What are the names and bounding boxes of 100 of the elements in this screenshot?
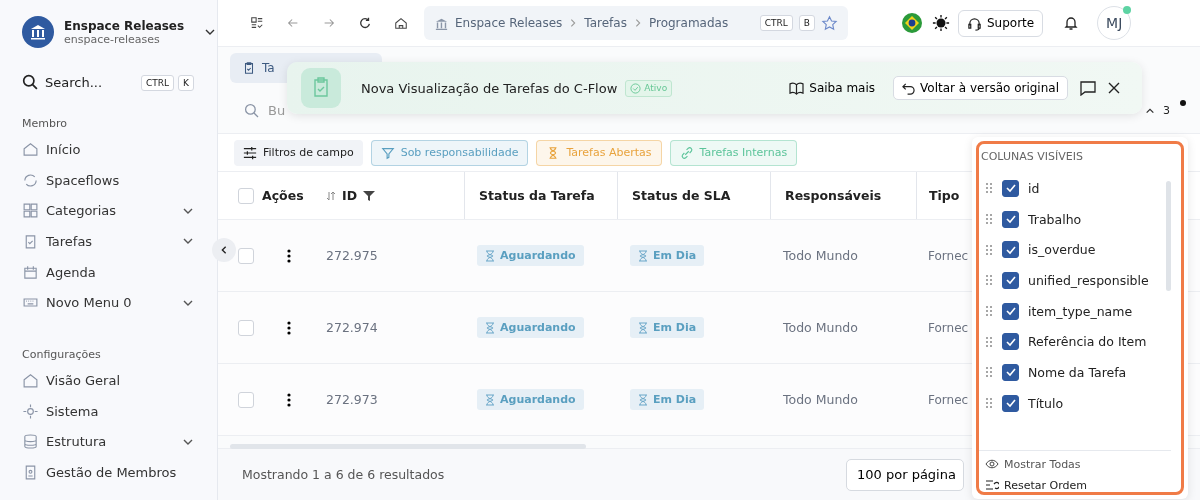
more-icon[interactable] [287, 393, 291, 407]
menu-title: COLUNAS VISÍVEIS [980, 150, 1084, 163]
more-icon[interactable] [287, 321, 291, 335]
house-icon [22, 371, 39, 389]
drag-handle-icon[interactable] [985, 182, 993, 195]
support-button[interactable]: Suporte [958, 9, 1044, 37]
calendar-icon [22, 263, 39, 281]
grid-icon [22, 202, 39, 220]
drag-handle-icon[interactable] [985, 305, 993, 318]
column-header[interactable]: ID [342, 188, 358, 204]
close-icon[interactable] [1108, 82, 1120, 94]
show-all-button[interactable]: Mostrar Todas [985, 457, 1171, 471]
column-option[interactable]: id [1028, 180, 1040, 196]
undo-icon [902, 81, 916, 95]
revert-button[interactable]: Voltar à versão original [893, 76, 1068, 100]
column-header[interactable]: Responsáveis [770, 172, 916, 220]
check-circle-icon [630, 82, 642, 94]
table-cell-text: Fornec [927, 321, 969, 335]
column-option[interactable]: unified_responsible [1028, 272, 1149, 288]
more-icon[interactable] [287, 249, 291, 263]
per-page-select[interactable]: 100 por página [846, 458, 964, 491]
check-icon [1004, 213, 1017, 226]
breadcrumb-link[interactable]: Programadas [648, 16, 729, 30]
sidebar-item[interactable]: Categorias [46, 203, 175, 219]
hourglass-icon [638, 322, 648, 334]
column-header[interactable]: Ações [262, 188, 316, 204]
bell-icon[interactable] [1063, 15, 1080, 31]
table-cell-text: Todo Mundo [782, 320, 859, 336]
drag-handle-icon[interactable] [985, 335, 993, 348]
column-header[interactable]: Status de SLA [617, 172, 770, 220]
refresh-icon[interactable] [358, 16, 372, 30]
sun-icon[interactable] [932, 14, 950, 32]
checkbox[interactable] [1002, 241, 1019, 259]
book-icon [789, 81, 805, 95]
status-badge: Ativo [625, 79, 673, 97]
checkbox[interactable] [1002, 302, 1019, 320]
hourglass-icon [485, 394, 495, 406]
scrollbar[interactable] [230, 444, 586, 450]
search-icon[interactable] [22, 74, 39, 91]
sidebar-item[interactable]: Spaceflows [46, 172, 194, 188]
column-option[interactable]: item_type_name [1028, 303, 1133, 319]
column-option[interactable]: Trabalho [1028, 211, 1082, 227]
column-option[interactable]: Referência do Item [1028, 334, 1147, 350]
funnel-icon [380, 145, 395, 160]
check-icon [1004, 366, 1017, 379]
workspace-name: Enspace Releases [64, 18, 186, 33]
checkbox[interactable] [1002, 333, 1019, 351]
comment-icon[interactable] [1080, 80, 1096, 96]
sidebar-item[interactable]: Agenda [46, 264, 194, 280]
table-cell-text: 272.973 [325, 392, 379, 408]
search-field[interactable]: Bu [266, 102, 420, 120]
sidebar-item[interactable]: Início [46, 141, 194, 157]
checkbox[interactable] [1002, 363, 1019, 381]
field-filters-button[interactable]: Filtros de campo [234, 139, 363, 166]
breadcrumb-link[interactable]: Tarefas [584, 16, 627, 30]
column-option[interactable]: Título [1028, 395, 1064, 411]
sidebar-item[interactable]: Novo Menu 0 [46, 295, 175, 311]
drag-handle-icon[interactable] [985, 213, 993, 226]
drag-handle-icon[interactable] [985, 397, 993, 410]
sidebar-item[interactable]: Visão Geral [46, 372, 194, 388]
checkbox[interactable] [1002, 271, 1019, 289]
checkbox[interactable] [1002, 179, 1019, 197]
checkbox[interactable] [1002, 210, 1019, 228]
keyboard-key: CTRL [141, 74, 175, 91]
column-header[interactable]: Status da Tarefa [464, 172, 617, 220]
checkbox[interactable] [1002, 394, 1019, 412]
sidebar-item[interactable]: Gestão de Membros [46, 465, 194, 481]
chevron-left-icon [219, 245, 229, 255]
sidebar-item[interactable]: Sistema [46, 403, 194, 419]
search-label[interactable]: Search... [45, 75, 136, 90]
layout-icon[interactable] [250, 16, 264, 30]
user-avatar[interactable]: MJ [1097, 6, 1132, 40]
star-icon[interactable] [821, 14, 838, 32]
hourglass-icon [485, 250, 495, 262]
status-badge: Aguardando [477, 389, 584, 411]
breadcrumb-link[interactable]: Enspace Releases [455, 16, 563, 30]
drag-handle-icon[interactable] [985, 243, 993, 256]
drag-handle-icon[interactable] [985, 274, 993, 287]
eye-icon [985, 459, 999, 469]
collapse-sidebar-button[interactable] [212, 238, 236, 262]
workspace-slug: enspace-releases [64, 32, 161, 46]
scrollbar[interactable] [1166, 181, 1171, 291]
drag-handle-icon[interactable] [985, 366, 993, 379]
column-option[interactable]: is_overdue [1028, 242, 1096, 258]
table-cell-text: Todo Mundo [782, 248, 859, 264]
flag-icon[interactable] [902, 13, 922, 33]
learn-more-button[interactable]: Saiba mais [783, 80, 882, 96]
sort-icon[interactable] [326, 191, 336, 201]
cycle-icon [22, 171, 39, 189]
filter-icon[interactable] [363, 190, 376, 202]
column-header[interactable]: Tipo [916, 172, 960, 220]
sidebar-item[interactable]: Estrutura [46, 434, 175, 450]
result-count: 3 [1163, 104, 1170, 118]
reset-order-button[interactable]: Resetar Ordem [985, 478, 1171, 492]
section-title: Configurações [22, 348, 102, 362]
home-icon[interactable] [394, 16, 408, 30]
column-option[interactable]: Nome da Tarefa [1028, 364, 1127, 380]
hourglass-icon [638, 250, 648, 262]
status-badge: Aguardando [477, 245, 584, 267]
sidebar-item[interactable]: Tarefas [46, 233, 175, 249]
